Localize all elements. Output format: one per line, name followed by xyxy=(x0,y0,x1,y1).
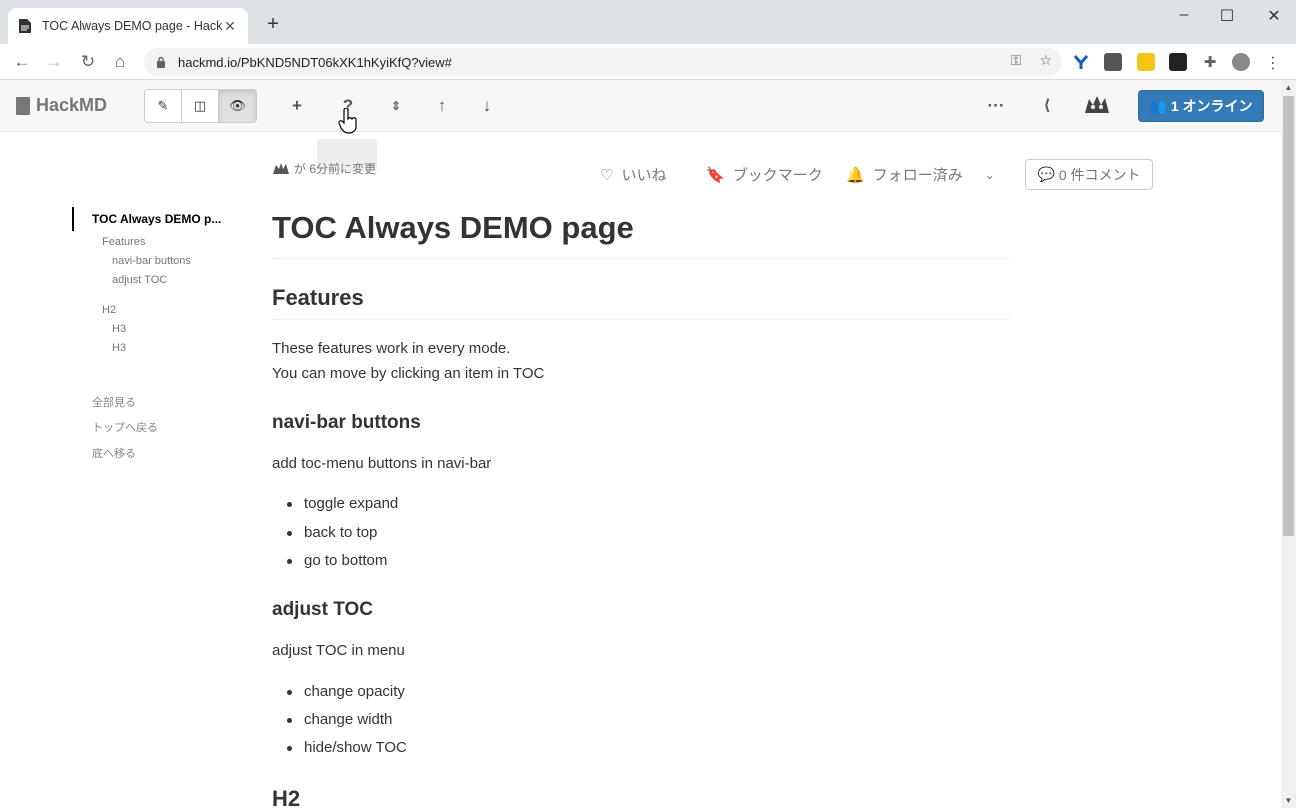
extension-square-icon[interactable] xyxy=(1104,53,1122,71)
toc-item[interactable]: H3 xyxy=(112,342,126,354)
url-text: hackmd.io/PbKND5NDT06kXK1hKyiKfQ?view# xyxy=(178,54,452,70)
extension-bulb-icon[interactable] xyxy=(1137,53,1155,71)
chevron-down-icon[interactable]: ⌄ xyxy=(985,168,995,182)
heading-navi-bar-buttons: navi-bar buttons xyxy=(272,412,421,433)
share-icon[interactable]: ⟨ xyxy=(1035,94,1059,118)
comments-button[interactable]: 💬 0 件コメント xyxy=(1025,159,1153,190)
new-note-button[interactable]: + xyxy=(285,94,309,118)
extension-terminal-icon[interactable] xyxy=(1169,53,1187,71)
list-item: go to bottom xyxy=(286,552,388,569)
scroll-thumb[interactable] xyxy=(1283,96,1294,536)
bell-icon: 🔔 xyxy=(846,166,865,184)
back-icon[interactable]: ← xyxy=(10,50,34,74)
bookmark-button[interactable]: 🔖 ブックマーク xyxy=(706,164,823,185)
toc-item[interactable]: TOC Always DEMO p... xyxy=(92,212,221,226)
paragraph: add toc-menu buttons in navi-bar xyxy=(272,455,492,472)
forward-icon[interactable]: → xyxy=(42,50,66,74)
author-avatar xyxy=(273,162,289,174)
list-item: change opacity xyxy=(287,683,405,700)
toc-expand-all-link[interactable]: 全部見る xyxy=(92,394,136,410)
bookmark-icon: 🔖 xyxy=(706,166,725,184)
page-scrollbar[interactable]: ▲ ▼ xyxy=(1281,80,1296,808)
follow-button[interactable]: 🔔 フォロー済み ⌄ xyxy=(846,164,995,185)
extension-y-icon[interactable] xyxy=(1072,53,1090,71)
profile-avatar[interactable] xyxy=(1232,53,1250,71)
list-item: hide/show TOC xyxy=(287,739,407,756)
heading-h2: H2 xyxy=(272,786,301,808)
list-item: back to top xyxy=(286,524,378,541)
puzzle-icon[interactable]: ✚ xyxy=(1201,53,1219,71)
brand-name: HackMD xyxy=(36,95,108,115)
home-icon[interactable]: ⌂ xyxy=(108,50,132,74)
tab-title: TOC Always DEMO page - HackM xyxy=(42,19,222,33)
divider xyxy=(272,258,1010,259)
paragraph: adjust TOC in menu xyxy=(272,642,405,659)
comment-icon: 💬 xyxy=(1037,166,1055,182)
address-bar-row: ← → ↻ ⌂ hackmd.io/PbKND5NDT06kXK1hKyiKfQ… xyxy=(0,44,1296,80)
star-icon[interactable]: ☆ xyxy=(1039,52,1052,69)
key-icon[interactable]: ⚿ xyxy=(1011,52,1022,69)
toc-active-indicator xyxy=(72,207,74,231)
toc-item[interactable]: Features xyxy=(102,236,145,248)
heading-features: Features xyxy=(272,285,364,310)
brand-logo[interactable]: HackMD xyxy=(16,95,107,116)
view-mode-button[interactable]: 👁 xyxy=(219,90,256,122)
browser-tab-strip: TOC Always DEMO page - HackM ✕ + – ☐ ✕ xyxy=(0,0,1296,44)
list-item: change width xyxy=(286,711,393,728)
list-item: toggle expand xyxy=(286,495,399,512)
app-header: HackMD ✎ ◫ 👁 + ? ⇕ ↑ ↓ ··· ⟨ 👥 1 オンライン xyxy=(0,80,1281,132)
scroll-up-icon[interactable]: ▲ xyxy=(1284,83,1293,92)
window-close-icon[interactable]: ✕ xyxy=(1262,6,1286,26)
paragraph: You can move by clicking an item in TOC xyxy=(272,365,545,382)
paragraph: These features work in every mode. xyxy=(272,340,511,357)
more-menu-button[interactable]: ··· xyxy=(984,94,1008,118)
divider xyxy=(272,319,1010,320)
reload-icon[interactable]: ↻ xyxy=(76,50,100,74)
toc-back-to-top-link[interactable]: トップへ戻る xyxy=(92,419,158,435)
doc-meta: が 6分前に変更 xyxy=(272,160,376,177)
online-users-button[interactable]: 👥 1 オンライン xyxy=(1138,90,1264,122)
minimize-icon[interactable]: – xyxy=(1172,6,1196,24)
go-to-bottom-button[interactable]: ↓ xyxy=(475,94,499,118)
toc-go-to-bottom-link[interactable]: 底へ移る xyxy=(92,445,136,461)
users-icon: 👥 xyxy=(1149,97,1167,114)
toc-item[interactable]: adjust TOC xyxy=(112,274,167,286)
toc-item[interactable]: navi-bar buttons xyxy=(112,255,191,267)
file-icon xyxy=(16,96,30,115)
maximize-icon[interactable]: ☐ xyxy=(1215,6,1239,26)
last-changed-text: が 6分前に変更 xyxy=(294,162,377,176)
heading-adjust-toc: adjust TOC xyxy=(272,599,373,620)
view-mode-group: ✎ ◫ 👁 xyxy=(144,89,257,123)
split-mode-button[interactable]: ◫ xyxy=(182,90,219,122)
toc-item[interactable]: H3 xyxy=(112,323,126,335)
new-tab-button[interactable]: + xyxy=(262,14,284,36)
document-icon xyxy=(18,18,32,34)
online-count: 1 オンライン xyxy=(1170,98,1253,114)
toc-item[interactable]: H2 xyxy=(102,304,116,316)
menu-kebab-icon[interactable]: ⋮ xyxy=(1264,53,1282,72)
user-avatar[interactable] xyxy=(1083,93,1111,119)
doc-title: TOC Always DEMO page xyxy=(272,210,634,245)
close-icon[interactable]: ✕ xyxy=(222,18,238,34)
heart-icon: ♡ xyxy=(600,166,614,184)
url-field[interactable]: hackmd.io/PbKND5NDT06kXK1hKyiKfQ?view# ⚿… xyxy=(144,48,1062,76)
scroll-down-icon[interactable]: ▼ xyxy=(1284,796,1293,805)
like-button[interactable]: ♡ いいね xyxy=(600,164,666,185)
back-to-top-button[interactable]: ↑ xyxy=(430,94,454,118)
edit-mode-button[interactable]: ✎ xyxy=(145,90,182,122)
lock-icon xyxy=(156,56,166,68)
toggle-expand-button[interactable]: ⇕ xyxy=(384,94,408,118)
hand-cursor-icon xyxy=(338,107,358,134)
browser-tab[interactable]: TOC Always DEMO page - HackM ✕ xyxy=(8,8,248,44)
